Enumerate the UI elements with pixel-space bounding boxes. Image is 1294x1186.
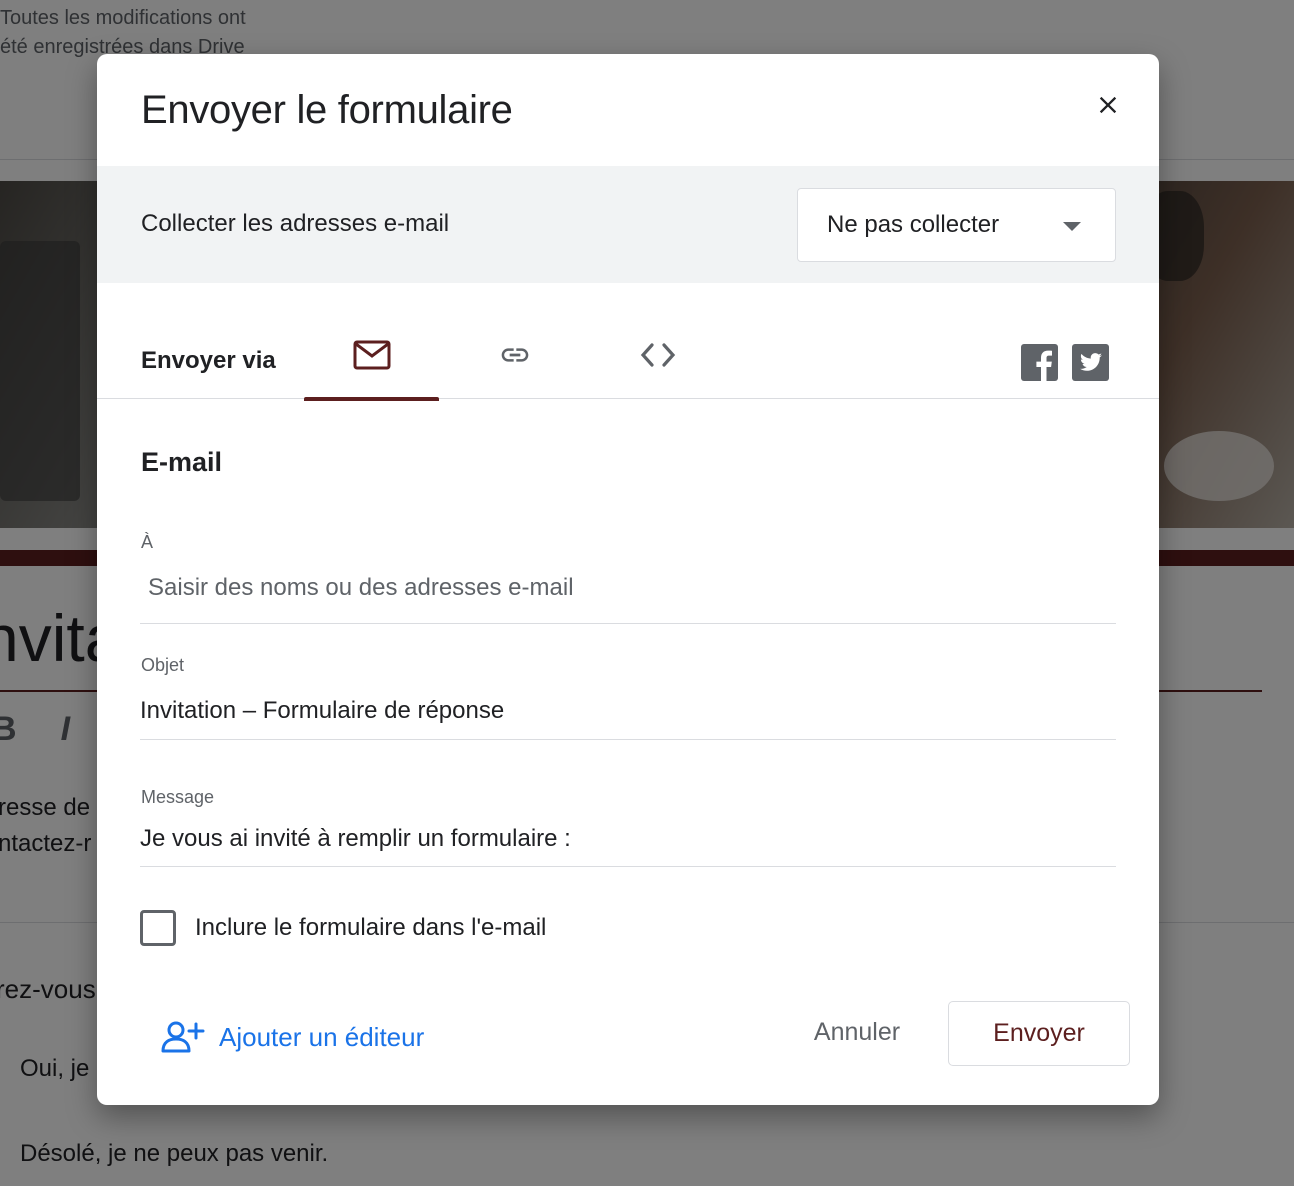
message-field[interactable]: Je vous ai invité à remplir un formulair… <box>140 825 1116 867</box>
message-label: Message <box>141 787 215 807</box>
share-facebook-button[interactable] <box>1021 344 1058 381</box>
email-section-title: E-mail <box>141 447 223 477</box>
subject-label: Objet <box>141 655 185 675</box>
cancel-button[interactable]: Annuler <box>787 1002 927 1062</box>
send-via-row: Envoyer via <box>97 283 1159 401</box>
include-form-label: Inclure le formulaire dans l'e-mail <box>195 914 547 941</box>
twitter-icon <box>1072 344 1109 381</box>
include-form-row[interactable]: Inclure le formulaire dans l'e-mail <box>140 910 546 946</box>
to-field-container <box>140 574 1116 624</box>
code-icon <box>640 343 675 367</box>
collect-emails-selected: Ne pas collecter <box>827 211 1000 238</box>
tab-email[interactable] <box>304 327 439 401</box>
subject-value: Invitation – Formulaire de réponse <box>140 697 505 724</box>
close-button[interactable] <box>1087 84 1129 126</box>
dropdown-caret-icon <box>1063 222 1081 231</box>
include-form-checkbox[interactable] <box>140 910 176 946</box>
to-label: À <box>141 532 154 552</box>
collect-emails-dropdown[interactable]: Ne pas collecter <box>797 188 1116 262</box>
person-add-icon <box>161 1021 205 1053</box>
facebook-icon <box>1021 344 1058 381</box>
collect-emails-row: Collecter les adresses e-mail Ne pas col… <box>97 166 1159 283</box>
tab-embed[interactable] <box>590 327 725 399</box>
to-input[interactable] <box>148 574 1116 602</box>
message-value: Je vous ai invité à remplir un formulair… <box>140 825 571 852</box>
send-button[interactable]: Envoyer <box>948 1001 1130 1066</box>
dialog-title: Envoyer le formulaire <box>141 88 513 132</box>
add-editor-label: Ajouter un éditeur <box>219 1021 425 1052</box>
mail-icon <box>353 340 390 370</box>
send-form-dialog: Envoyer le formulaire Collecter les adre… <box>97 54 1159 1105</box>
tab-link[interactable] <box>447 327 582 399</box>
add-editor-button[interactable]: Ajouter un éditeur <box>161 1020 424 1054</box>
share-twitter-button[interactable] <box>1072 344 1109 381</box>
link-icon <box>501 348 528 362</box>
send-via-label: Envoyer via <box>141 347 276 374</box>
collect-emails-label: Collecter les adresses e-mail <box>141 210 450 237</box>
close-icon <box>1099 96 1117 114</box>
subject-field[interactable]: Invitation – Formulaire de réponse <box>140 697 1116 740</box>
